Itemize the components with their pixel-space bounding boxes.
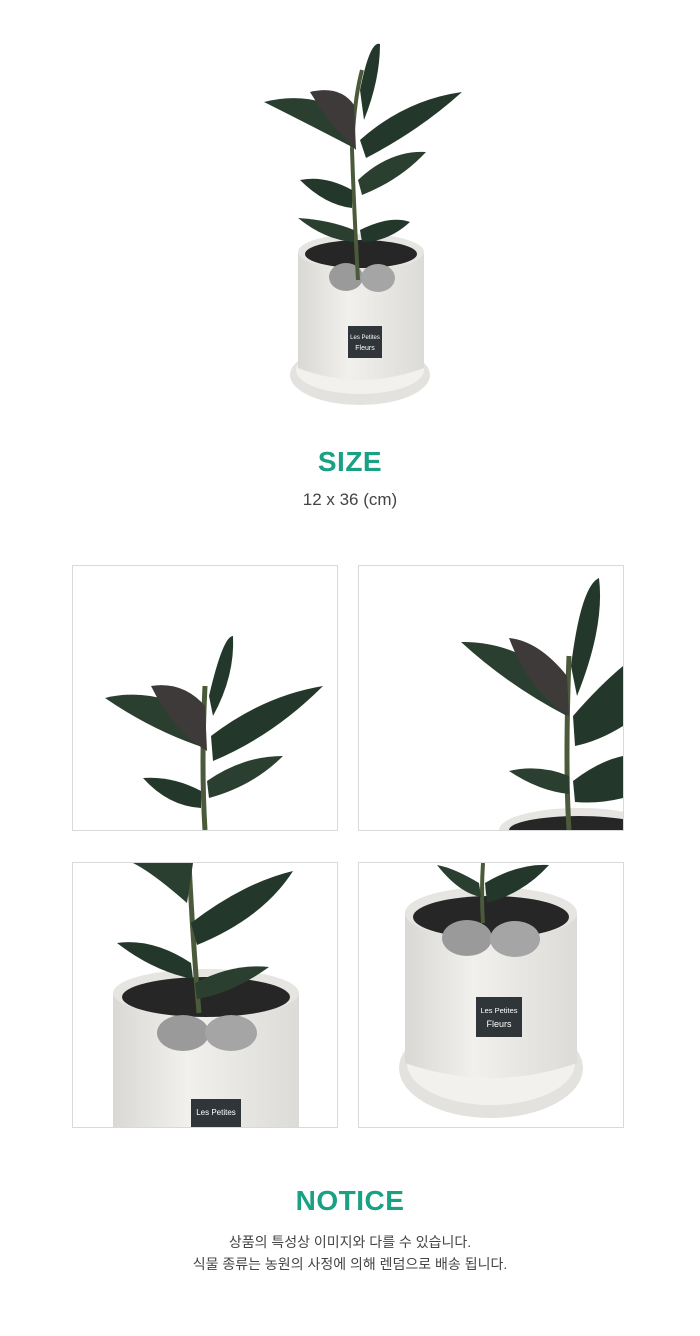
hero-product-image: Les Petites Fleurs [230,30,470,430]
pot-label-line1: Les Petites [196,1108,236,1117]
pot-label-line2: Fleurs [486,1019,512,1029]
pot-label-line1: Les Petites [350,335,380,341]
detail-photo-leaves-side [358,565,624,831]
pot-label-line1: Les Petites [480,1006,517,1015]
notice-line-2: 식물 종류는 농원의 사정에 의해 렌덤으로 배송 됩니다. [192,1256,508,1272]
size-title: SIZE [317,446,383,477]
detail-photo-pot-top: Les Petites [72,862,338,1128]
notice-title: NOTICE [295,1185,405,1216]
size-value: 12 x 36 (cm) [302,490,398,509]
detail-photo-pot-front: Les Petites Fleurs [358,862,624,1128]
pot-label-line2: Fleurs [355,345,375,352]
detail-photo-leaves-top [72,565,338,831]
notice-line-1: 상품의 특성상 이미지와 다를 수 있습니다. [228,1234,472,1250]
